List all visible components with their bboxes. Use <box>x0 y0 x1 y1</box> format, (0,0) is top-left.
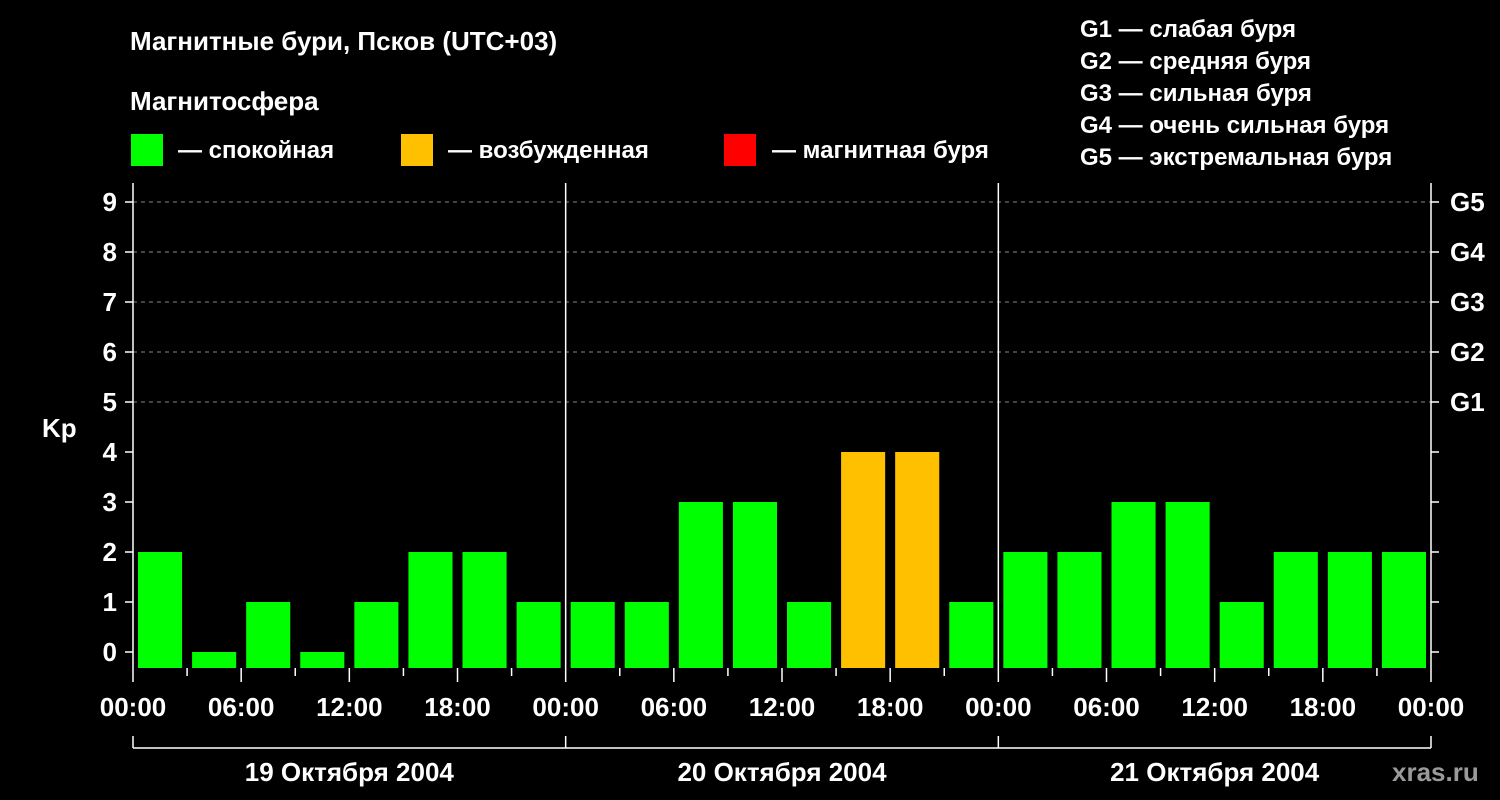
y-tick-label: 0 <box>103 637 117 667</box>
x-tick-label: 00:00 <box>965 692 1032 722</box>
bar <box>1165 502 1210 668</box>
y-tick-label: 5 <box>103 387 117 417</box>
bar <box>246 602 291 668</box>
legend: — спокойная — возбужденная — магнитная бур… <box>131 134 989 166</box>
bar <box>1381 552 1426 668</box>
bar <box>300 652 345 668</box>
bar <box>1327 552 1372 668</box>
y-tick-label: 2 <box>103 537 117 567</box>
legend-swatch-2 <box>401 134 433 166</box>
bar <box>624 602 669 668</box>
bar <box>787 602 832 668</box>
y-tick-label: 3 <box>103 487 117 517</box>
legend-label-2: — возбужденная <box>448 137 649 164</box>
g-scale-label: G5 <box>1450 187 1485 217</box>
chart-subtitle: Магнитосфера <box>130 86 319 116</box>
legend-label-3: — магнитная буря <box>772 137 989 164</box>
storm-scale-item-3: G3 — сильная буря <box>1080 80 1312 107</box>
storm-scale-item-4: G4 — очень сильная буря <box>1080 112 1389 139</box>
bar <box>732 502 777 668</box>
bar <box>1003 552 1048 668</box>
x-tick-label: 00:00 <box>1398 692 1465 722</box>
bar <box>949 602 994 668</box>
y-tick-label: 4 <box>103 437 118 467</box>
x-tick-label: 12:00 <box>1181 692 1248 722</box>
day-label: 21 Октября 2004 <box>1110 757 1320 787</box>
day-label: 20 Октября 2004 <box>677 757 887 787</box>
y-axis-label: Kp <box>42 413 77 443</box>
g-scale-label: G1 <box>1450 387 1485 417</box>
y-tick-label: 1 <box>103 587 117 617</box>
bar <box>678 502 723 668</box>
legend-swatch-3 <box>724 134 756 166</box>
y-tick-label: 9 <box>103 187 117 217</box>
bar <box>570 602 615 668</box>
x-tick-label: 06:00 <box>641 692 708 722</box>
bar <box>1111 502 1156 668</box>
x-tick-label: 00:00 <box>100 692 167 722</box>
day-label: 19 Октября 2004 <box>245 757 455 787</box>
legend-swatch-1 <box>131 134 163 166</box>
bar <box>138 552 183 668</box>
x-tick-label: 12:00 <box>749 692 816 722</box>
storm-scale-item-5: G5 — экстремальная буря <box>1080 144 1392 171</box>
storm-scale-legend: G1 — слабая буря G2 — средняя буря G3 — си… <box>1080 16 1392 171</box>
bar <box>192 652 237 668</box>
x-tick-label: 12:00 <box>316 692 383 722</box>
g-scale-label: G4 <box>1450 237 1485 267</box>
bar <box>841 452 886 668</box>
x-tick-label: 18:00 <box>857 692 924 722</box>
x-tick-label: 18:00 <box>1290 692 1357 722</box>
bar <box>408 552 453 668</box>
bar <box>1057 552 1102 668</box>
bar <box>354 602 399 668</box>
y-tick-label: 7 <box>103 287 117 317</box>
watermark: xras.ru <box>1392 757 1479 787</box>
g-scale-label: G2 <box>1450 337 1485 367</box>
bar <box>516 602 561 668</box>
x-tick-label: 00:00 <box>532 692 599 722</box>
bar <box>1219 602 1264 668</box>
x-tick-label: 06:00 <box>1073 692 1140 722</box>
bar <box>895 452 940 668</box>
storm-scale-item-2: G2 — средняя буря <box>1080 48 1311 75</box>
bar <box>462 552 507 668</box>
plot-area: 0 1 2 3 4 5 6 7 8 9 G1 G2 G3 G4 G5 00:00 06:00 12:00 18:00… <box>100 183 1485 787</box>
kp-chart: Магнитные бури, Псков (UTC+03) Магнитосф… <box>42 16 1485 787</box>
legend-label-1: — спокойная <box>178 137 334 164</box>
y-tick-label: 8 <box>103 237 117 267</box>
bar <box>1273 552 1318 668</box>
y-tick-label: 6 <box>103 337 117 367</box>
x-tick-label: 06:00 <box>208 692 275 722</box>
chart-title: Магнитные бури, Псков (UTC+03) <box>130 26 557 56</box>
x-tick-label: 18:00 <box>424 692 491 722</box>
g-scale-label: G3 <box>1450 287 1485 317</box>
storm-scale-item-1: G1 — слабая буря <box>1080 16 1296 43</box>
